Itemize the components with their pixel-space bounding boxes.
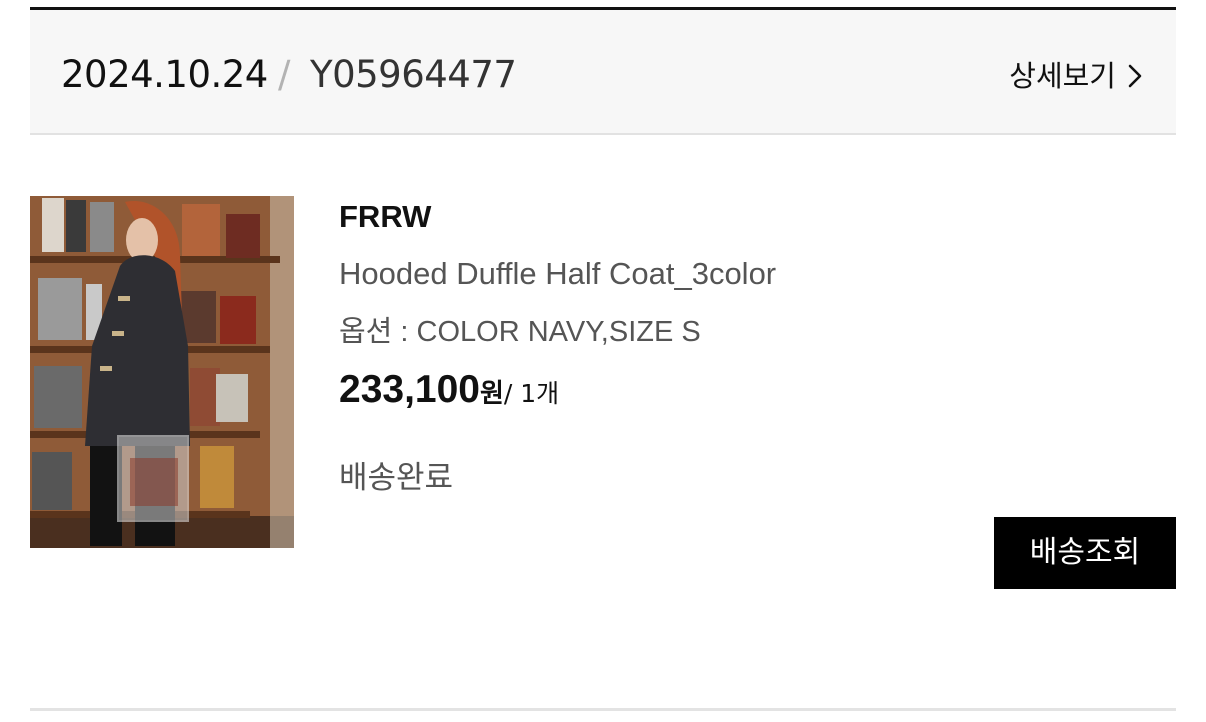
detail-link-label: 상세보기: [1009, 59, 1116, 93]
order-detail-link[interactable]: 상세보기: [1009, 58, 1146, 94]
order-header: 2024.10.24 / Y05964477 상세보기: [30, 10, 1176, 135]
price-currency: 원: [479, 379, 504, 409]
track-delivery-button[interactable]: 배송조회: [994, 517, 1176, 589]
chevron-right-icon: [1128, 64, 1142, 88]
order-date: 2024.10.24: [61, 53, 268, 96]
product-thumbnail[interactable]: [30, 196, 294, 548]
order-card: 2024.10.24 / Y05964477 상세보기 FRRW Hooded …: [30, 0, 1176, 722]
product-name[interactable]: Hooded Duffle Half Coat_3color: [339, 255, 776, 293]
product-price: 233,100: [339, 368, 480, 411]
product-photo: [30, 196, 294, 548]
bottom-divider: [30, 708, 1176, 711]
product-option: 옵션 : COLOR NAVY,SIZE S: [339, 316, 701, 348]
product-quantity: / 1개: [503, 379, 560, 408]
order-number: Y05964477: [310, 53, 517, 96]
price-line: 233,100원/ 1개: [339, 368, 559, 419]
product-brand[interactable]: FRRW: [339, 198, 431, 236]
order-separator: /: [278, 53, 291, 96]
delivery-status: 배송완료: [339, 460, 454, 496]
